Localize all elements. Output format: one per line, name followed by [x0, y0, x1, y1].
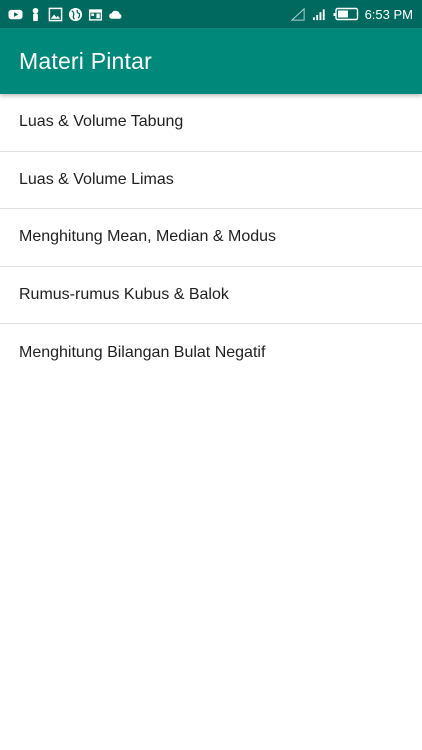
list-item[interactable]: Luas & Volume Tabung [0, 94, 422, 152]
list-item[interactable]: Rumus-rumus Kubus & Balok [0, 267, 422, 324]
list-item[interactable]: Menghitung Mean, Median & Modus [0, 209, 422, 267]
status-bar: 6:53 PM [0, 0, 422, 28]
no-signal-icon [290, 7, 306, 22]
app-toolbar: Materi Pintar [0, 28, 422, 94]
image-icon [48, 7, 63, 22]
notification-icons [8, 7, 123, 22]
battery-icon [333, 7, 359, 22]
cloud-icon [108, 7, 123, 22]
list-item[interactable]: Menghitung Bilangan Bulat Negatif [0, 324, 422, 382]
list-item[interactable]: Luas & Volume Limas [0, 152, 422, 209]
clock: 6:53 PM [364, 6, 413, 22]
youtube-icon [8, 7, 23, 22]
app-title: Materi Pintar [19, 47, 152, 74]
globe-icon [68, 7, 83, 22]
signal-icon [312, 7, 327, 22]
person-icon [28, 7, 43, 22]
system-status: 6:53 PM [290, 6, 413, 22]
calendar-icon [88, 7, 103, 22]
topic-list: Luas & Volume Tabung Luas & Volume Limas… [0, 94, 422, 382]
